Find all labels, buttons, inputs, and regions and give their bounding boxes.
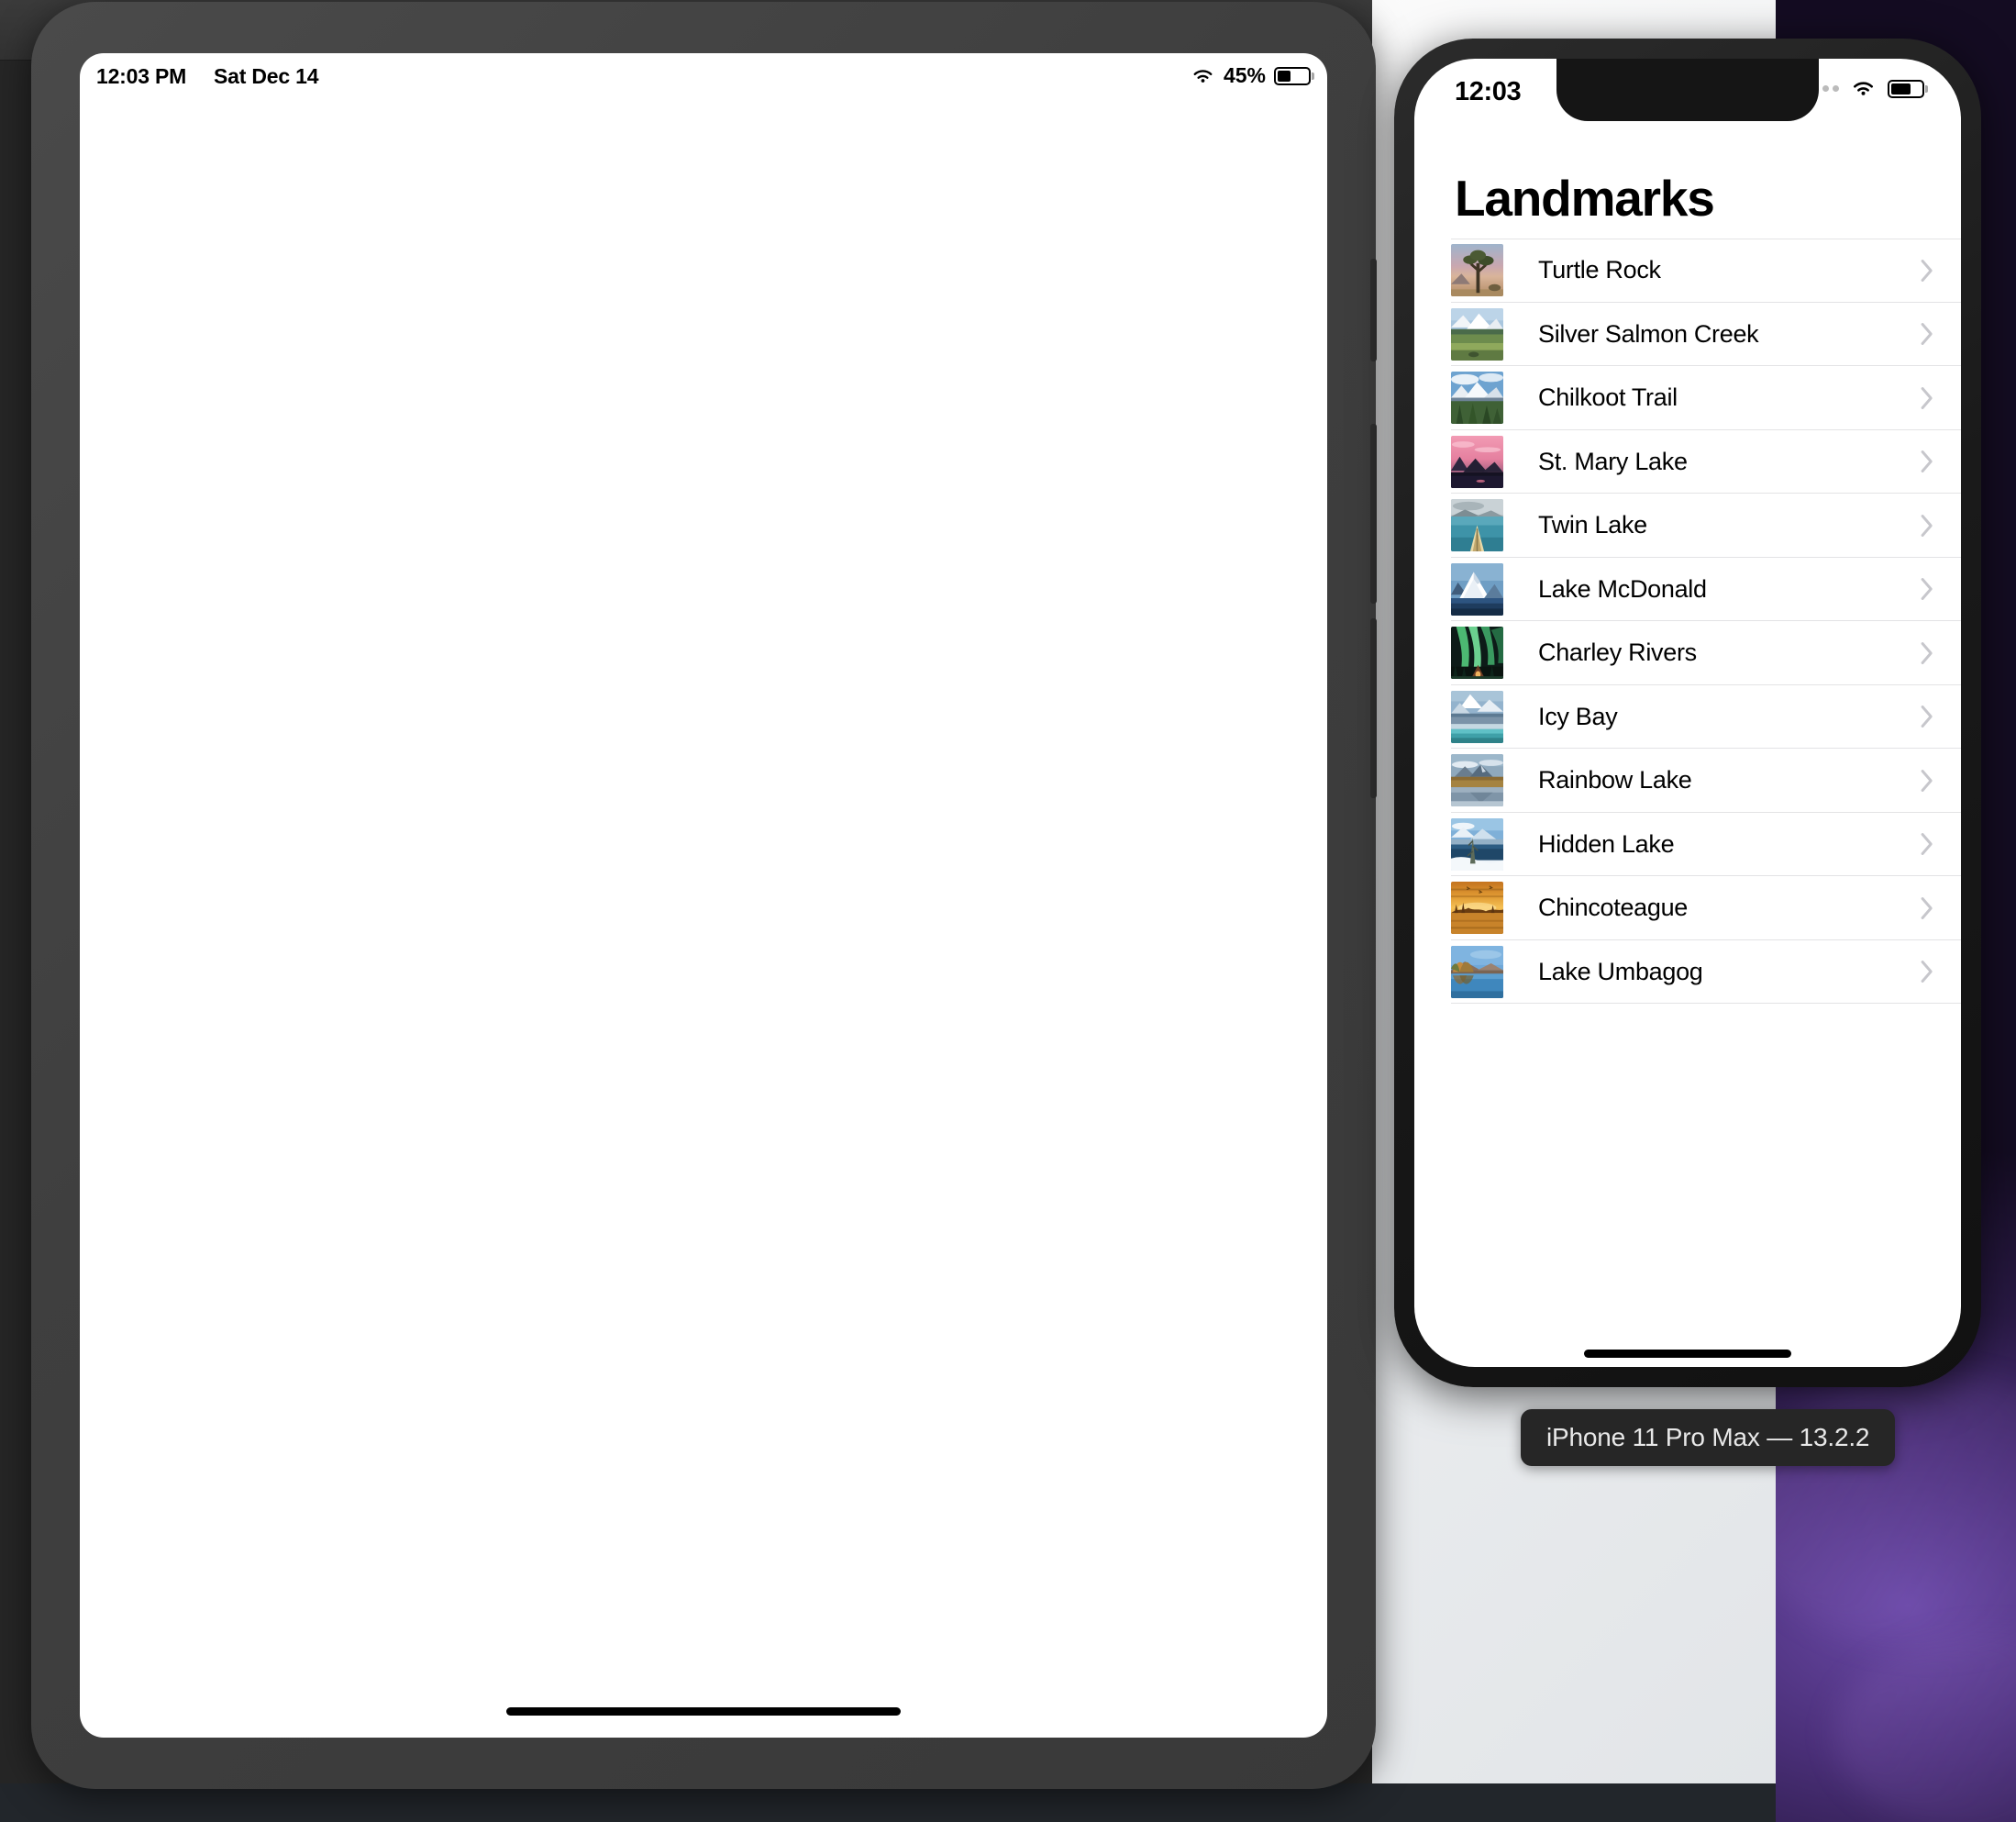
list-item-label: Rainbow Lake bbox=[1538, 766, 1692, 794]
list-item-label: Charley Rivers bbox=[1538, 639, 1697, 667]
wifi-icon bbox=[1854, 82, 1873, 95]
list-item-label: Lake Umbagog bbox=[1538, 957, 1703, 985]
chevron-right-icon bbox=[1921, 641, 1933, 665]
list-item[interactable]: Lake Umbagog bbox=[1414, 939, 1961, 1004]
ipad-status-indicators: 45% bbox=[1191, 63, 1314, 88]
pink-sunset-lake-thumbnail bbox=[1451, 435, 1503, 488]
ipad-home-indicator[interactable] bbox=[506, 1707, 901, 1716]
canoe-on-lake-thumbnail bbox=[1451, 499, 1503, 552]
list-item-label: Chilkoot Trail bbox=[1538, 383, 1678, 412]
landmarks-list[interactable]: Turtle Rock Silver Salmon Creek Chilkoot… bbox=[1414, 239, 1961, 1004]
iphone-notch bbox=[1556, 59, 1819, 121]
ipad-screen: 12:03 PM Sat Dec 14 45% bbox=[80, 53, 1327, 1738]
chevron-right-icon bbox=[1921, 705, 1933, 728]
list-item[interactable]: Chincoteague bbox=[1414, 876, 1961, 940]
chevron-right-icon bbox=[1921, 577, 1933, 601]
screenshot-root: is 12:03 PM Sat Dec 14 45% bbox=[0, 0, 2016, 1822]
ipad-status-bar: 12:03 PM Sat Dec 14 45% bbox=[80, 53, 1327, 101]
ipad-device: 12:03 PM Sat Dec 14 45% bbox=[31, 2, 1377, 1789]
ipad-date: Sat Dec 14 bbox=[214, 64, 319, 88]
chevron-right-icon bbox=[1921, 960, 1933, 983]
window-bottom-strip bbox=[0, 1783, 1776, 1822]
chevron-right-icon bbox=[1921, 832, 1933, 856]
list-item-label: St. Mary Lake bbox=[1538, 447, 1688, 475]
list-item-label: Chincoteague bbox=[1538, 894, 1689, 922]
iphone-clock: 12:03 bbox=[1455, 77, 1522, 106]
list-item-label: Twin Lake bbox=[1538, 511, 1647, 539]
orange-sunset-marsh-thumbnail bbox=[1451, 882, 1503, 935]
wifi-icon bbox=[1193, 69, 1213, 83]
aurora-borealis-thumbnail bbox=[1451, 627, 1503, 680]
list-item[interactable]: St. Mary Lake bbox=[1414, 429, 1961, 494]
ipad-clock: 12:03 PM bbox=[96, 64, 187, 88]
list-item-label: Lake McDonald bbox=[1538, 574, 1707, 603]
mountain-reflection-thumbnail bbox=[1451, 754, 1503, 807]
list-item[interactable]: Icy Bay bbox=[1414, 684, 1961, 749]
autumn-island-lake-thumbnail bbox=[1451, 945, 1503, 998]
list-item-label: Turtle Rock bbox=[1538, 256, 1661, 284]
snowy-mountain-meadow-thumbnail bbox=[1451, 307, 1503, 361]
list-item[interactable]: Silver Salmon Creek bbox=[1414, 302, 1961, 366]
chevron-right-icon bbox=[1921, 450, 1933, 473]
wallpaper-fold bbox=[1834, 1633, 2016, 1822]
ipad-battery-icon bbox=[1274, 66, 1314, 85]
chevron-right-icon bbox=[1921, 769, 1933, 793]
chevron-right-icon bbox=[1921, 514, 1933, 538]
alpine-forest-thumbnail bbox=[1451, 372, 1503, 425]
list-item[interactable]: Rainbow Lake bbox=[1414, 749, 1961, 813]
list-item[interactable]: Chilkoot Trail bbox=[1414, 366, 1961, 430]
iphone-screen: 12:03 Landmarks Turtle Rock Silver Salmo… bbox=[1414, 59, 1961, 1367]
list-item[interactable]: Twin Lake bbox=[1414, 494, 1961, 558]
list-item[interactable]: Hidden Lake bbox=[1414, 812, 1961, 876]
chevron-right-icon bbox=[1921, 322, 1933, 346]
iphone-device: 12:03 Landmarks Turtle Rock Silver Salmo… bbox=[1394, 39, 1981, 1387]
ipad-power-button[interactable] bbox=[1370, 259, 1377, 361]
device-name-label: iPhone 11 Pro Max — 13.2.2 bbox=[1521, 1409, 1896, 1466]
ipad-volume-down-button[interactable] bbox=[1370, 618, 1377, 798]
iphone-status-indicators bbox=[1802, 79, 1928, 98]
chevron-right-icon bbox=[1921, 896, 1933, 920]
chevron-right-icon bbox=[1921, 386, 1933, 410]
snow-peak-blue-lake-thumbnail bbox=[1451, 562, 1503, 616]
joshua-tree-desert-thumbnail bbox=[1451, 244, 1503, 297]
ipad-battery-percent: 45% bbox=[1223, 63, 1266, 87]
list-item[interactable]: Lake McDonald bbox=[1414, 557, 1961, 621]
ipad-volume-up-button[interactable] bbox=[1370, 424, 1377, 604]
battery-icon bbox=[1888, 79, 1928, 98]
winter-snow-lake-thumbnail bbox=[1451, 817, 1503, 871]
list-item-label: Silver Salmon Creek bbox=[1538, 319, 1759, 348]
glacier-bay-thumbnail bbox=[1451, 690, 1503, 743]
list-item[interactable]: Turtle Rock bbox=[1414, 239, 1961, 303]
list-item-label: Icy Bay bbox=[1538, 702, 1618, 730]
iphone-home-indicator[interactable] bbox=[1584, 1350, 1791, 1358]
chevron-right-icon bbox=[1921, 259, 1933, 283]
list-item[interactable]: Charley Rivers bbox=[1414, 621, 1961, 685]
page-title: Landmarks bbox=[1455, 170, 1715, 227]
list-item-label: Hidden Lake bbox=[1538, 829, 1675, 858]
